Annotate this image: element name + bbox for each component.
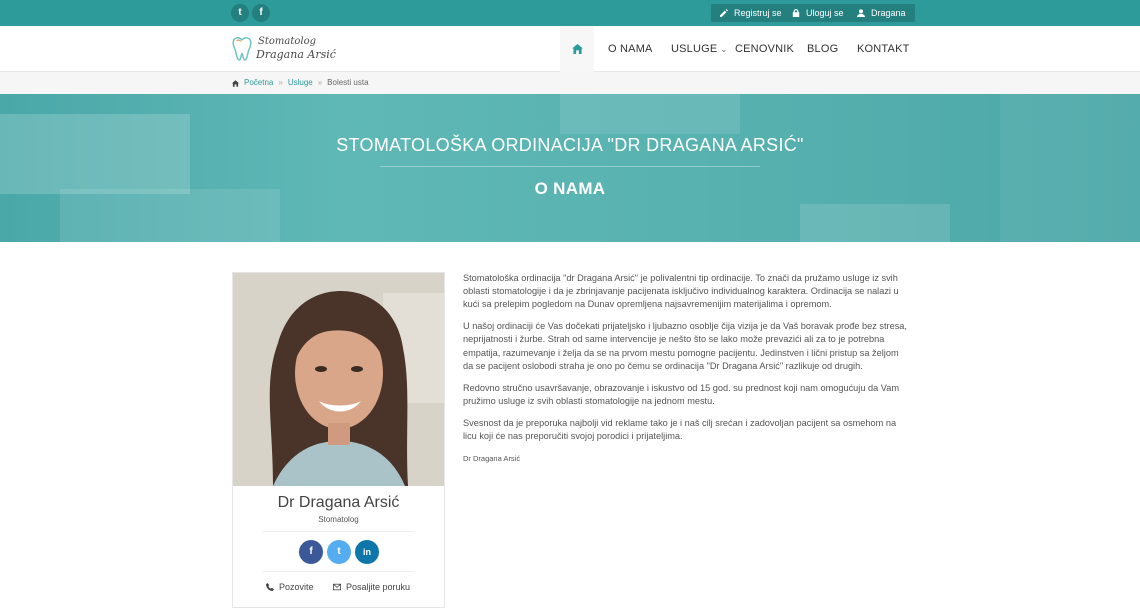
- twitter-icon[interactable]: t: [327, 540, 351, 564]
- envelope-icon: [333, 583, 341, 591]
- card-divider: [263, 571, 414, 572]
- profile-name: Dr Dragana Arsić: [277, 494, 400, 511]
- breadcrumb-current: Bolesti usta: [327, 78, 369, 87]
- nav-home[interactable]: [560, 26, 594, 72]
- hero-decor: [560, 94, 740, 134]
- lock-icon: [792, 9, 800, 17]
- user-label: Dragana: [871, 8, 906, 18]
- twitter-icon[interactable]: t: [231, 4, 249, 22]
- nav-label: O NAMA: [608, 43, 653, 55]
- call-button[interactable]: Pozovite: [266, 582, 314, 592]
- hero-divider: [380, 166, 760, 167]
- profile-card: Dr Dragana Arsić Stomatolog f t in Pozov…: [232, 272, 445, 608]
- tooth-logo-icon: [232, 37, 252, 61]
- nav-item-o-nama[interactable]: O NAMA: [608, 26, 653, 72]
- profile-role: Stomatolog: [318, 515, 359, 524]
- signature: Dr Dragana Arsić: [463, 453, 521, 463]
- breadcrumb-separator: »: [317, 78, 323, 87]
- register-label: Registruj se: [734, 8, 782, 18]
- message-label: Posaljite poruku: [346, 582, 411, 592]
- hero-decor: [800, 204, 950, 242]
- home-icon: [571, 44, 583, 54]
- hero-title: STOMATOLOŠKA ORDINACIJA "DR DRAGANA ARSI…: [336, 135, 804, 155]
- about-paragraph: Svesnost da je preporuka najbolji vid re…: [463, 417, 897, 441]
- about-content: Stomatološka ordinacija "dr Dragana Arsi…: [463, 272, 908, 465]
- nav-label: KONTAKT: [857, 43, 910, 55]
- send-message-button[interactable]: Posaljite poruku: [333, 582, 410, 592]
- breadcrumb: Početna » Usluge » Bolesti usta: [0, 72, 1140, 94]
- card-divider: [263, 531, 414, 532]
- user-button[interactable]: Dragana: [848, 4, 915, 22]
- hero-banner: STOMATOLOŠKA ORDINACIJA "DR DRAGANA ARSI…: [0, 94, 1140, 242]
- about-paragraph: Stomatološka ordinacija "dr Dragana Arsi…: [463, 273, 899, 310]
- facebook-icon[interactable]: f: [299, 540, 323, 564]
- logo[interactable]: Stomatolog Dragana Arsić: [231, 33, 336, 65]
- nav-label: BLOG: [807, 43, 839, 55]
- phone-icon: [266, 583, 274, 591]
- main-header: Stomatolog Dragana Arsić O NAMA USLUGE ⌄ …: [0, 26, 1140, 72]
- nav-item-blog[interactable]: BLOG: [807, 26, 838, 72]
- top-bar: t f Registruj se Uloguj se Dragana: [0, 0, 1140, 26]
- home-icon[interactable]: [232, 79, 239, 87]
- linkedin-icon[interactable]: in: [355, 540, 379, 564]
- login-label: Uloguj se: [806, 8, 844, 18]
- pencil-icon: [720, 9, 728, 17]
- facebook-icon[interactable]: f: [252, 4, 270, 22]
- profile-photo: [233, 273, 444, 486]
- about-paragraph: Redovno stručno usavršavanje, obrazovanj…: [463, 382, 899, 406]
- nav-item-kontakt[interactable]: KONTAKT: [857, 26, 910, 72]
- logo-line1: Stomatolog: [258, 36, 316, 47]
- register-button[interactable]: Registruj se: [711, 4, 791, 22]
- nav-label: USLUGE: [671, 43, 718, 55]
- breadcrumb-home[interactable]: Početna: [244, 72, 273, 94]
- login-button[interactable]: Uloguj se: [783, 4, 853, 22]
- about-paragraph: U našoj ordinaciji će Vas dočekati prija…: [463, 321, 907, 371]
- chevron-down-icon: ⌄: [720, 45, 728, 54]
- hero-decor: [1000, 94, 1140, 242]
- user-icon: [857, 9, 865, 17]
- nav-item-usluge[interactable]: USLUGE ⌄: [671, 26, 727, 72]
- nav-item-cenovnik[interactable]: CENOVNIK: [735, 26, 794, 72]
- portrait-illustration: [233, 273, 444, 486]
- hero-subtitle: O NAMA: [534, 179, 606, 198]
- nav-label: CENOVNIK: [735, 43, 795, 55]
- call-label: Pozovite: [279, 582, 314, 592]
- logo-line2: Dragana Arsić: [256, 48, 336, 61]
- breadcrumb-separator: »: [278, 78, 283, 87]
- breadcrumb-usluge[interactable]: Usluge: [288, 72, 313, 94]
